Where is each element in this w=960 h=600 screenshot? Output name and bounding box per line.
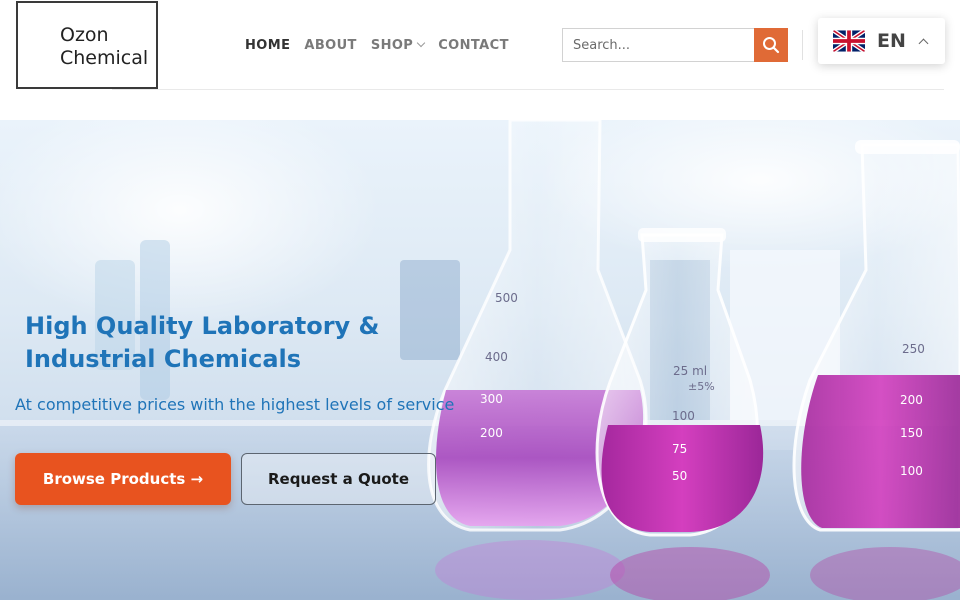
- header-rule: [112, 89, 944, 90]
- nav-home[interactable]: HOME: [245, 38, 290, 53]
- site-header: Ozon Chemical HOME ABOUT SHOP CONTACT Se…: [0, 0, 960, 120]
- flask-marking: 100: [900, 464, 923, 478]
- browse-products-button[interactable]: Browse Products →: [15, 453, 231, 505]
- flask-marking: 75: [672, 442, 687, 456]
- nav-shop[interactable]: SHOP: [370, 37, 426, 53]
- search-icon: [763, 37, 780, 54]
- uk-flag-icon: [833, 30, 865, 52]
- logo-line-2: Chemical: [60, 47, 149, 69]
- logo-line-1: Ozon: [60, 24, 109, 46]
- language-switcher[interactable]: EN: [818, 18, 945, 64]
- flask-marking: 500: [495, 291, 518, 305]
- flask-marking: 50: [672, 469, 687, 483]
- flask-marking: 150: [900, 426, 923, 440]
- nav-shop-label: SHOP: [370, 37, 414, 53]
- flask-marking: 25 ml: [673, 364, 707, 378]
- flask-marking: 200: [900, 393, 923, 407]
- flask-marking: ±5%: [688, 380, 715, 393]
- flask-marking: 200: [480, 426, 503, 440]
- search-button[interactable]: [754, 28, 788, 62]
- logo[interactable]: Ozon Chemical: [16, 1, 158, 89]
- flask-marking: 300: [480, 392, 503, 406]
- search-input[interactable]: [562, 28, 754, 62]
- hero-title: High Quality Laboratory & Industrial Che…: [25, 312, 380, 373]
- nav-about[interactable]: ABOUT: [304, 38, 356, 53]
- language-code: EN: [877, 30, 906, 52]
- header-divider: [802, 30, 803, 60]
- flask-marking: 400: [485, 350, 508, 364]
- chevron-down-icon: [416, 38, 426, 48]
- flask-marking: 100: [672, 409, 695, 423]
- main-nav: HOME ABOUT SHOP CONTACT: [245, 36, 523, 54]
- flask-marking: 250: [902, 342, 925, 356]
- request-quote-button[interactable]: Request a Quote: [241, 453, 436, 505]
- nav-contact[interactable]: CONTACT: [438, 38, 509, 53]
- chevron-up-icon: [918, 38, 929, 48]
- hero-subtitle: At competitive prices with the highest l…: [15, 395, 455, 414]
- hero-banner: 500 400 300 200 25 ml ±5% 100 75 50 250 …: [0, 120, 960, 600]
